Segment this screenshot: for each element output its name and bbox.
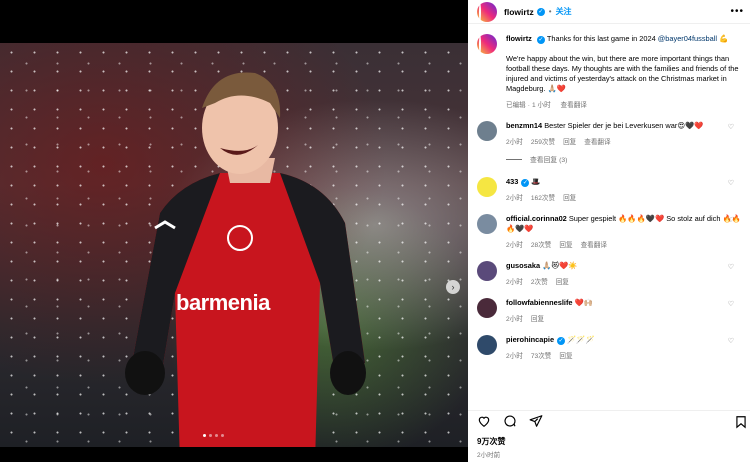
comment-like-heart-icon[interactable]: ♡ — [728, 337, 734, 345]
comment-likes[interactable]: 73次赞 — [531, 353, 552, 360]
post-side-panel: flowirtz ✓ • 关注 ••• flowirtz ✓ Thanks fo… — [468, 0, 750, 462]
carousel-dot — [215, 434, 218, 437]
edited-label: 已编辑 — [506, 102, 526, 109]
comment-username[interactable]: gusosaka — [506, 261, 540, 270]
verified-icon: ✓ — [536, 36, 545, 44]
comment-time: 2小时 — [506, 279, 523, 286]
comment-likes[interactable]: 2次赞 — [531, 279, 548, 286]
bookmark-icon[interactable] — [734, 415, 748, 429]
comment-time: 2小时 — [506, 139, 523, 146]
next-image-button[interactable]: › — [446, 280, 460, 294]
caption-avatar[interactable] — [477, 34, 497, 54]
player-figure — [125, 72, 366, 447]
post-header: flowirtz ✓ • 关注 ••• — [468, 0, 750, 24]
comment-like-heart-icon[interactable]: ♡ — [728, 179, 734, 187]
comment-avatar[interactable] — [477, 335, 497, 355]
comment-username[interactable]: pierohincapie — [506, 335, 554, 344]
caption-text: flowirtz ✓ Thanks for this last game in … — [506, 34, 742, 94]
caption-username[interactable]: flowirtz — [506, 34, 532, 43]
comment-like-heart-icon[interactable]: ♡ — [728, 216, 734, 224]
comment-avatar[interactable] — [477, 298, 497, 318]
comment-text: 🙏🏼😻❤️☀️ — [542, 261, 578, 270]
meta-dot: · — [527, 102, 530, 109]
comment-item: gusosaka 🙏🏼😻❤️☀️ 2小时 2次赞 回复 ♡ — [477, 261, 742, 286]
comment-text: Bester Spieler der je bei Leverkusen war… — [544, 121, 704, 130]
carousel-dot — [221, 434, 224, 437]
comment-time: 2小时 — [506, 242, 523, 249]
comment-time: 2小时 — [506, 316, 523, 323]
comments-scroll[interactable]: flowirtz ✓ Thanks for this last game in … — [468, 24, 750, 412]
reply-button[interactable]: 回复 — [563, 195, 576, 202]
comment-time: 2小时 — [506, 195, 523, 202]
author-username[interactable]: flowirtz — [504, 7, 534, 17]
comment-item: followfabienneslife ❤️🙌🏼 2小时 回复 ♡ — [477, 298, 742, 323]
caption-line1: Thanks for this last game in 2024 — [546, 34, 658, 43]
comment-like-heart-icon[interactable]: ♡ — [728, 300, 734, 308]
comment-username[interactable]: followfabienneslife — [506, 298, 573, 307]
comment-likes[interactable]: 162次赞 — [531, 195, 555, 202]
comment-avatar[interactable] — [477, 214, 497, 234]
comment-text: ❤️🙌🏼 — [574, 298, 593, 307]
follow-button[interactable]: 关注 — [556, 6, 572, 17]
comment-username[interactable]: benzmn14 — [506, 121, 542, 130]
comment-icon[interactable] — [503, 414, 517, 428]
comment-like-heart-icon[interactable]: ♡ — [728, 263, 734, 271]
shirt-sponsor-text: barmenia — [176, 290, 270, 315]
verified-icon: ✓ — [536, 7, 545, 16]
like-count[interactable]: 9万次赞 — [477, 436, 505, 447]
see-translation-link[interactable]: 查看翻译 — [581, 242, 607, 249]
caption-time: 1 小时 — [531, 102, 551, 109]
post-image[interactable]: barmenia › — [0, 43, 468, 447]
more-options-icon[interactable]: ••• — [730, 6, 744, 17]
carousel-dot — [203, 434, 206, 437]
comment-list: benzmn14 Bester Spieler der je bei Lever… — [477, 121, 742, 360]
post-time: 2小时前 — [477, 452, 501, 459]
author-avatar[interactable] — [477, 1, 497, 22]
comment-like-heart-icon[interactable]: ♡ — [728, 123, 734, 131]
action-bar — [468, 410, 750, 430]
comment-username[interactable]: official.corinna02 — [506, 214, 567, 223]
instagram-post-window: barmenia › flowirtz ✓ • 关注 ••• flowirtz — [0, 0, 750, 462]
carousel-dot — [209, 434, 212, 437]
view-replies-label[interactable]: 查看回复 (3) — [530, 154, 567, 164]
comment-username[interactable]: 433 — [506, 177, 518, 186]
see-translation-link[interactable]: 查看翻译 — [561, 102, 587, 109]
comment-item: official.corinna02 Super gespielt 🔥🔥🔥🖤❤️… — [477, 214, 742, 249]
heart-icon[interactable] — [477, 414, 491, 428]
comment-item: benzmn14 Bester Spieler der je bei Lever… — [477, 121, 742, 146]
reply-button[interactable]: 回复 — [563, 139, 576, 146]
view-replies-button[interactable]: 查看回复 (3) — [506, 154, 742, 164]
reply-button[interactable]: 回复 — [531, 316, 544, 323]
verified-icon: ✓ — [521, 179, 530, 187]
comment-likes[interactable]: 28次赞 — [531, 242, 552, 249]
comment-text: 🪄🪄🪄 — [567, 335, 595, 344]
separator: • — [548, 7, 552, 16]
verified-icon: ✓ — [557, 337, 566, 345]
carousel-dots — [203, 434, 224, 437]
comment-likes[interactable]: 259次赞 — [531, 139, 555, 146]
caption: flowirtz ✓ Thanks for this last game in … — [477, 34, 742, 109]
comment-avatar[interactable] — [477, 121, 497, 141]
caption-meta: 已编辑 · 1 小时 查看翻译 — [506, 99, 742, 109]
share-icon[interactable] — [529, 414, 543, 428]
see-translation-link[interactable]: 查看翻译 — [584, 139, 610, 146]
reply-button[interactable]: 回复 — [556, 279, 569, 286]
comment-text: 🎩 — [531, 177, 541, 186]
comment-avatar[interactable] — [477, 177, 497, 197]
comment-avatar[interactable] — [477, 261, 497, 281]
comment-item: pierohincapie ✓ 🪄🪄🪄 2小时 73次赞 回复 ♡ — [477, 335, 742, 360]
caption-body: We're happy about the win, but there are… — [506, 54, 739, 93]
comment-time: 2小时 — [506, 353, 523, 360]
comment-item: 433 ✓ 🎩 2小时 162次赞 回复 ♡ — [477, 177, 742, 202]
reply-button[interactable]: 回复 — [559, 353, 572, 360]
mention-link[interactable]: @bayer04fussball — [658, 34, 717, 43]
caption-emoji: 💪 — [717, 34, 729, 43]
reply-button[interactable]: 回复 — [559, 242, 572, 249]
